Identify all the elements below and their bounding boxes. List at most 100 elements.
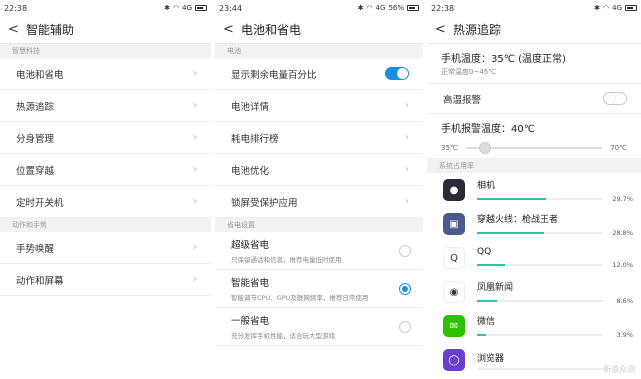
app-name: 微信 [477, 316, 496, 327]
slider-thumb[interactable] [478, 141, 491, 154]
chevron-right-icon: › [405, 132, 409, 143]
chevron-right-icon: › [405, 164, 409, 175]
usage-bar [477, 264, 603, 266]
watermark: 新浪众测 [603, 365, 635, 374]
section-header: 动作和手势 [0, 218, 211, 232]
bluetooth-icon: ✱ [164, 4, 170, 12]
menu-item-location[interactable]: 位置穿越 › [0, 154, 211, 186]
chevron-right-icon: › [193, 164, 197, 175]
battery-icon [195, 5, 207, 11]
menu-item-battery[interactable]: 电池和省电 › [0, 58, 211, 90]
show-percent-toggle[interactable] [385, 67, 409, 80]
usage-bar [477, 333, 603, 336]
status-time: 23:44 [219, 3, 243, 13]
usage-percent: 12.0% [612, 261, 633, 269]
network-label: 4G [182, 4, 192, 12]
battery-icon [407, 5, 419, 11]
page-title: 电池和省电 [241, 23, 302, 37]
browser-app-icon: ◯ [443, 349, 465, 371]
menu-item-battery-optimize[interactable]: 电池优化 › [215, 154, 423, 186]
menu-item-power-ranking[interactable]: 耗电排行榜 › [215, 122, 423, 154]
section-header: 电池 [215, 44, 423, 58]
usage-bar-fill [477, 231, 545, 234]
app-usage-row[interactable]: ● 相机 29.7% [427, 173, 641, 207]
wifi-icon: ◠ [366, 4, 373, 12]
high-temp-alarm-row: 高温报警 [427, 84, 641, 114]
section-header: 系统占用率 [427, 159, 641, 173]
bluetooth-icon: ✱ [594, 4, 600, 12]
radio-button-selected[interactable] [399, 282, 411, 295]
app-usage-row[interactable]: ◉ 凤凰新闻 8.6% [427, 275, 641, 309]
usage-bar [477, 367, 603, 370]
chevron-right-icon: › [193, 242, 197, 253]
app-usage-row[interactable]: Q QQ 12.0% [427, 241, 641, 275]
menu-item-heat-tracking[interactable]: 热源追踪 › [0, 90, 211, 122]
menu-item-gesture-wake[interactable]: 手势唤醒 › [0, 232, 211, 264]
chevron-right-icon: › [405, 196, 409, 207]
menu-item-lockscreen-protected[interactable]: 锁屏受保护应用 › [215, 186, 423, 218]
mode-desc: 充分发挥手机性能，适合玩大型游戏 [231, 332, 335, 340]
menu-item-battery-details[interactable]: 电池详情 › [215, 90, 423, 122]
app-usage-row[interactable]: ✉ 微信 3.9% [427, 309, 641, 343]
news-app-icon: ◉ [443, 281, 465, 303]
battery-icon [625, 5, 637, 11]
back-icon[interactable]: < [8, 22, 26, 37]
normal-range: 正常温度0~45℃ [441, 68, 497, 76]
status-bar: 22:38 ✱ ◠ 4G [0, 0, 211, 16]
smart-assist-screen: 22:38 ✱ ◠ 4G < 智能辅助 智慧科技 电池和省电 › 热源追踪 › 分身… [0, 0, 211, 379]
page-title: 智能辅助 [26, 23, 75, 37]
radio-button[interactable] [399, 244, 411, 257]
status-time: 22:38 [4, 3, 28, 13]
usage-percent: 8.6% [616, 296, 633, 305]
app-usage-row[interactable]: ▣ 穿越火线：枪战王者 28.8% [427, 207, 641, 241]
mode-desc: 智能调节CPU、GPU及联网频率，推荐日常使用 [231, 294, 369, 302]
page-header: < 智能辅助 [0, 16, 211, 44]
menu-item-scheduled-power[interactable]: 定时开关机 › [0, 186, 211, 218]
slider-track[interactable] [465, 141, 603, 154]
chevron-right-icon: › [193, 100, 197, 111]
menu-item-clone-manager[interactable]: 分身管理 › [0, 122, 211, 154]
chevron-right-icon: › [405, 100, 409, 111]
page-header: < 电池和省电 [215, 16, 423, 44]
usage-bar-fill [477, 197, 547, 200]
slider-max: 70℃ [610, 143, 627, 152]
app-usage-list: ● 相机 29.7% ▣ 穿越火线：枪战王者 28.8% Q QQ 12.0% ◉ 凤凰新闻 8.6%… [427, 173, 641, 377]
app-name: 浏览器 [477, 353, 505, 364]
battery-percent: 56% [388, 4, 404, 12]
mode-normal-saver[interactable]: 一般省电 充分发挥手机性能，适合玩大型游戏 [215, 308, 423, 346]
network-label: 4G [612, 4, 622, 12]
usage-bar-fill [477, 264, 505, 266]
mode-desc: 只保留通话和信息，推荐电量低时使用 [231, 256, 342, 264]
mode-title: 一般省电 [231, 316, 270, 327]
network-label: 4G [375, 4, 386, 12]
mode-super-saver[interactable]: 超级省电 只保留通话和信息，推荐电量低时使用 [215, 232, 423, 270]
phone-temp: 手机温度：35℃ (温度正常) [441, 54, 566, 65]
mode-smart-saver[interactable]: 智能省电 智能调节CPU、GPU及联网频率，推荐日常使用 [215, 270, 423, 308]
mode-title: 智能省电 [231, 278, 270, 289]
phone-temp-block: 手机温度：35℃ (温度正常) 正常温度0~45℃ [427, 44, 641, 84]
chevron-right-icon: › [193, 196, 197, 207]
wifi-icon: ◠ [603, 4, 610, 12]
status-bar: 23:44 ✱ ◠ 4G 56% [215, 0, 423, 16]
status-time: 22:38 [431, 3, 455, 13]
page-header: < 热源追踪 [427, 16, 641, 44]
high-temp-alarm-label: 高温报警 [443, 94, 482, 106]
usage-percent: 3.9% [616, 330, 633, 339]
chevron-right-icon: › [193, 132, 197, 143]
back-icon[interactable]: < [223, 22, 241, 37]
alarm-temp: 手机报警温度：40℃ [441, 124, 535, 135]
battery-screen: 23:44 ✱ ◠ 4G 56% < 电池和省电 电池 显示剩余电量百分比 电池… [215, 0, 423, 379]
usage-bar-fill [477, 299, 498, 302]
status-bar: 22:38 ✱ ◠ 4G [427, 0, 641, 16]
camera-app-icon: ● [443, 179, 465, 201]
radio-button[interactable] [399, 320, 411, 333]
usage-bar-fill [477, 333, 487, 336]
menu-item-motion-screen[interactable]: 动作和屏幕 › [0, 264, 211, 296]
alarm-temp-slider: 35℃ 70℃ [427, 137, 641, 159]
back-icon[interactable]: < [435, 22, 453, 37]
high-temp-alarm-toggle[interactable] [603, 92, 627, 105]
usage-bar [477, 299, 603, 302]
page-title: 热源追踪 [453, 23, 502, 37]
wechat-app-icon: ✉ [443, 315, 465, 337]
app-name: QQ [477, 247, 492, 257]
